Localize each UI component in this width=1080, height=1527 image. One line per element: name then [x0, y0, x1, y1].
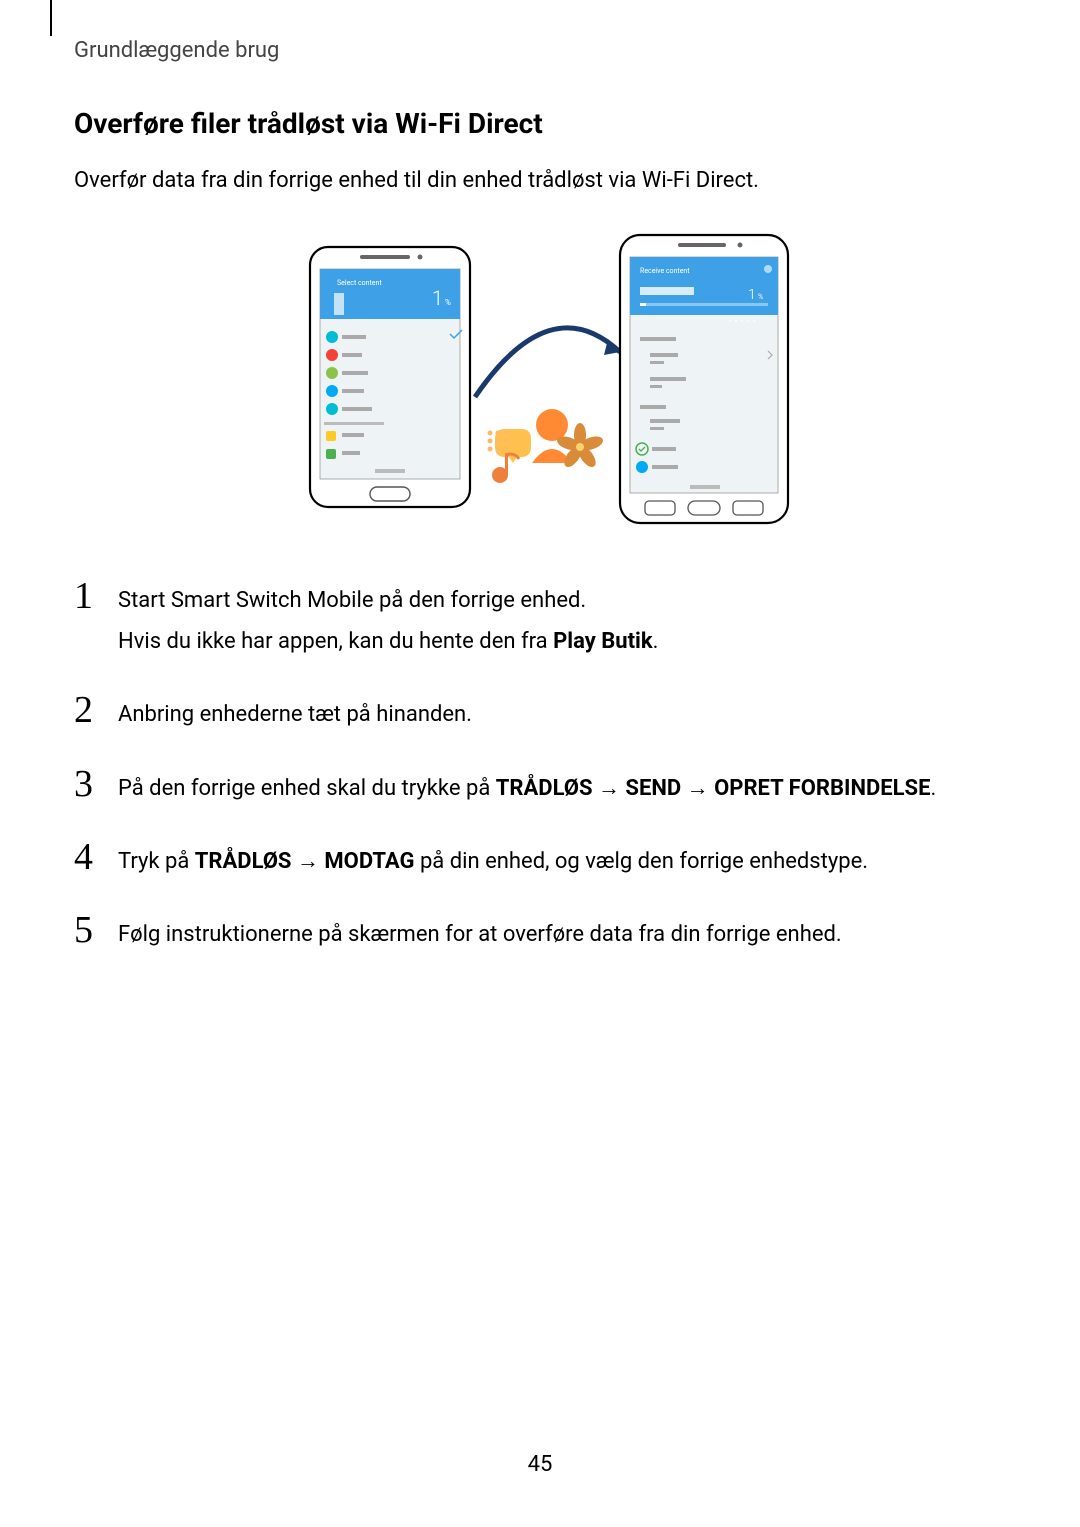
step-body: Tryk på TRÅDLØS → MODTAG på din enhed, o… [118, 838, 868, 885]
svg-text:1: 1 [748, 287, 756, 303]
receive-label: MODTAG [324, 849, 414, 874]
step-body: På den forrige enhed skal du trykke på T… [118, 765, 936, 812]
step-text: Anbring enhederne tæt på hinanden. [118, 702, 472, 727]
step-text: Hvis du ikke har appen, kan du hente den… [118, 629, 553, 654]
step-number: 3 [74, 765, 118, 803]
step-3: 3 På den forrige enhed skal du trykke på… [74, 765, 1006, 812]
step-5: 5 Følg instruktionerne på skærmen for at… [74, 911, 1006, 958]
arrow-sep: → [681, 776, 714, 801]
section-heading: Overføre filer trådløst via Wi-Fi Direct [74, 107, 1006, 140]
intro-paragraph: Overfør data fra din forrige enhed til d… [74, 164, 1006, 197]
step-body: Følg instruktionerne på skærmen for at o… [118, 911, 842, 958]
wireless-label: TRÅDLØS [195, 849, 292, 874]
corner-tab-decoration [50, 0, 52, 36]
svg-text:%: % [445, 298, 451, 307]
play-store-label: Play Butik [553, 629, 653, 654]
connect-label: OPRET FORBINDELSE [714, 776, 930, 801]
arrow-sep: → [593, 776, 626, 801]
step-2: 2 Anbring enhederne tæt på hinanden. [74, 691, 1006, 738]
transfer-illustration: Select content 1 % [74, 227, 1006, 527]
step-body: Start Smart Switch Mobile på den forrige… [118, 577, 658, 665]
breadcrumb: Grundlæggende brug [74, 38, 1006, 63]
arrow-sep: → [291, 849, 324, 874]
step-number: 4 [74, 838, 118, 876]
svg-text:%: % [758, 293, 763, 301]
send-label: SEND [625, 776, 681, 801]
step-text: Tryk på [118, 849, 195, 874]
svg-text:Receive content: Receive content [640, 267, 690, 275]
step-number: 1 [74, 577, 118, 615]
page-number: 45 [0, 1452, 1080, 1477]
svg-text:Select content: Select content [337, 279, 382, 287]
step-text: . [930, 776, 936, 801]
steps-list: 1 Start Smart Switch Mobile på den forri… [74, 577, 1006, 958]
step-text: Start Smart Switch Mobile på den forrige… [118, 588, 586, 613]
page-content: Grundlæggende brug Overføre filer trådlø… [0, 0, 1080, 958]
step-text: Følg instruktionerne på skærmen for at o… [118, 922, 842, 947]
step-number: 5 [74, 911, 118, 949]
step-text: . [653, 629, 659, 654]
step-text: På den forrige enhed skal du trykke på [118, 776, 496, 801]
step-number: 2 [74, 691, 118, 729]
step-1: 1 Start Smart Switch Mobile på den forri… [74, 577, 1006, 665]
wireless-label: TRÅDLØS [496, 776, 593, 801]
step-text: på din enhed, og vælg den forrige enheds… [415, 849, 869, 874]
step-body: Anbring enhederne tæt på hinanden. [118, 691, 472, 738]
step-4: 4 Tryk på TRÅDLØS → MODTAG på din enhed,… [74, 838, 1006, 885]
svg-text:1: 1 [432, 286, 443, 310]
